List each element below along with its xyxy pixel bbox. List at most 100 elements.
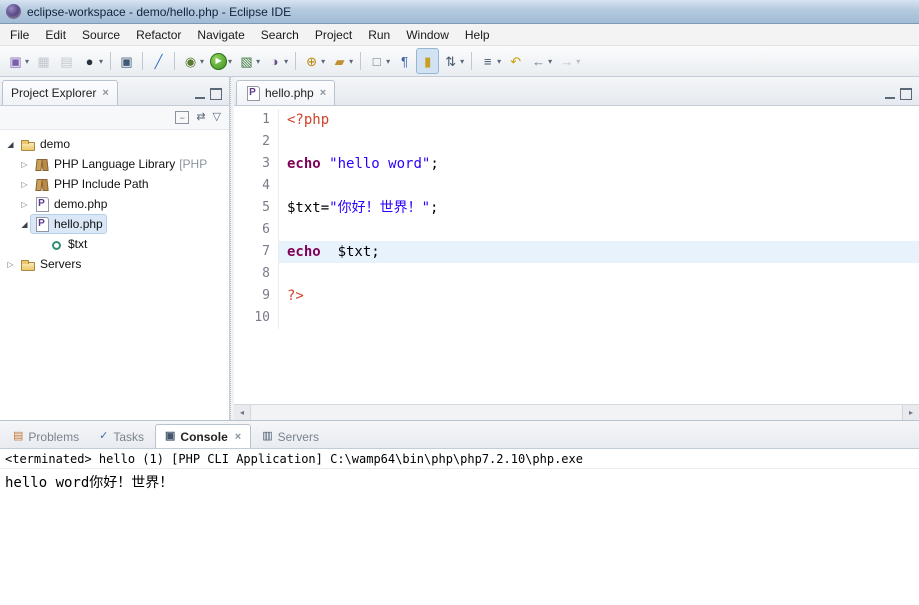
maximize-view-button[interactable] [210,88,222,100]
expand-arrow-icon[interactable]: ▷ [18,200,31,209]
dropdown-arrow-icon[interactable]: ▾ [228,57,232,66]
code-line[interactable]: 5 $txt="你好！世界！"; [234,197,919,219]
dropdown-arrow-icon[interactable]: ▾ [576,57,580,66]
dropdown-arrow-icon[interactable]: ▾ [256,57,260,66]
link-with-editor-icon[interactable]: ⇄ [196,112,205,123]
open-console-button[interactable]: ▣ [115,48,138,74]
code-line[interactable]: 6 [234,219,919,241]
code-line[interactable]: 4 [234,175,919,197]
tree-item-txt[interactable]: $txt [0,234,229,254]
close-tab-icon[interactable]: × [320,87,326,99]
code-line[interactable]: 7 echo $txt; [234,241,919,263]
maximize-editor-button[interactable] [900,88,912,100]
tab-servers[interactable]: ▥ Servers [253,425,328,448]
dropdown-arrow-icon[interactable]: ▾ [460,57,464,66]
menu-help[interactable]: Help [457,26,498,44]
dropdown-arrow-icon[interactable]: ▾ [386,57,390,66]
debug-button[interactable]: ◉ ▾ [179,48,207,74]
menu-edit[interactable]: Edit [37,26,74,44]
dropdown-arrow-icon[interactable]: ▾ [25,57,29,66]
code-line[interactable]: 8 [234,263,919,285]
expand-arrow-icon[interactable]: ▷ [18,160,31,169]
expand-arrow-icon[interactable]: ▷ [4,260,17,269]
menu-source[interactable]: Source [74,26,128,44]
external-tools-button[interactable]: ⊕ ▾ [300,48,328,74]
menu-project[interactable]: Project [307,26,360,44]
save-button[interactable]: ▦ [32,48,55,74]
run-button[interactable]: ▶ ▾ [207,48,235,74]
horizontal-scrollbar[interactable]: ◂ ▸ [234,404,919,420]
debug-icon: ◉ [184,53,197,69]
new-web-element-icon: □ [372,53,381,69]
collapse-arrow-icon[interactable]: ◢ [18,220,31,229]
tree-item-label: PHP Include Path [54,177,149,191]
search-toolbar-button[interactable]: ▰ ▾ [328,48,356,74]
tree-item-php-language-library[interactable]: ▷ PHP Language Library [PHP [0,154,229,174]
new-web-element-button[interactable]: □ ▾ [365,48,393,74]
tree-item-servers[interactable]: ▷ Servers [0,254,229,274]
dropdown-arrow-icon[interactable]: ▾ [349,57,353,66]
coverage-button[interactable]: ▧ ▾ [235,48,263,74]
dropdown-arrow-icon[interactable]: ▾ [200,57,204,66]
tree-item-label: PHP Language Library [54,157,176,171]
menu-search[interactable]: Search [253,26,307,44]
menu-window[interactable]: Window [398,26,457,44]
close-icon[interactable]: × [235,431,241,443]
tree-item-content: hello.php [30,214,107,234]
dropdown-arrow-icon[interactable]: ▾ [548,57,552,66]
tree-item-hello-php[interactable]: ◢ hello.php [0,214,229,234]
code-line[interactable]: 1 <?php [234,109,919,131]
new-wizard-button[interactable]: ▣ ▾ [4,48,32,74]
editor-tabrow: hello.php × [234,77,919,106]
line-number: 2 [234,131,279,153]
show-whitespace-button[interactable]: ¶ [393,48,416,74]
annotations-button[interactable]: ≡ ▾ [476,48,504,74]
profile-button[interactable]: ◑ ▾ [263,48,291,74]
tree-item-php-include-path[interactable]: ▷ PHP Include Path [0,174,229,194]
tree-item-demo-php[interactable]: ▷ demo.php [0,194,229,214]
scrollbar-track[interactable] [251,405,902,420]
close-view-icon[interactable]: × [102,87,108,99]
tab-console[interactable]: ▣ Console × [155,424,252,448]
menu-run[interactable]: Run [360,26,398,44]
expand-arrow-icon[interactable]: ▷ [18,180,31,189]
code-line[interactable]: 3 echo "hello word"; [234,153,919,175]
titlebar[interactable]: eclipse-workspace - demo/hello.php - Ecl… [0,0,919,24]
dropdown-arrow-icon[interactable]: ▾ [321,57,325,66]
last-edit-location-button[interactable]: ↶ [504,48,527,74]
code-line[interactable]: 9 ?> [234,285,919,307]
tab-hello-php[interactable]: hello.php × [236,80,336,105]
code-editor[interactable]: 1 <?php 2 3 echo "hello word"; 4 5 $txt="你好！世界！… [234,106,919,404]
dropdown-arrow-icon[interactable]: ▾ [99,57,103,66]
scroll-right-arrow-icon[interactable]: ▸ [902,405,919,420]
sort-button[interactable]: ⇅ ▾ [439,48,467,74]
tab-tasks[interactable]: ✓ Tasks [90,425,153,448]
collapse-arrow-icon[interactable]: ◢ [4,140,17,149]
tree-item-label: $txt [68,237,88,251]
code-line[interactable]: 2 [234,131,919,153]
menu-file[interactable]: File [2,26,37,44]
menu-navigate[interactable]: Navigate [189,26,252,44]
console-tab-label: Console [180,429,228,444]
tree-item-demo[interactable]: ◢ demo [0,134,229,154]
menu-refactor[interactable]: Refactor [128,26,189,44]
dropdown-arrow-icon[interactable]: ▾ [497,57,501,66]
tab-servers-icon: ▥ [262,430,273,442]
cut-annotation-button[interactable]: ╱ [147,48,170,74]
minimize-editor-button[interactable] [885,90,895,99]
tab-problems[interactable]: ▤ Problems [4,425,88,448]
back-history-button[interactable]: ← ▾ [527,48,555,74]
view-menu-icon[interactable]: ▽ [213,112,221,123]
code-line[interactable]: 10 [234,307,919,329]
mark-occurrences-button[interactable]: ▮ [416,48,440,74]
print-button[interactable]: ▤ [55,48,78,74]
web-browser-button[interactable]: ● ▾ [78,48,106,74]
dropdown-arrow-icon[interactable]: ▾ [284,57,288,66]
scroll-left-arrow-icon[interactable]: ◂ [234,405,251,420]
forward-history-button[interactable]: → ▾ [555,48,583,74]
toolbar-separator [174,52,176,70]
tab-project-explorer[interactable]: Project Explorer × [2,80,118,105]
collapse-all-icon[interactable]: − [175,111,190,124]
minimize-view-button[interactable] [195,90,205,99]
tree-item-label: demo [40,137,71,151]
